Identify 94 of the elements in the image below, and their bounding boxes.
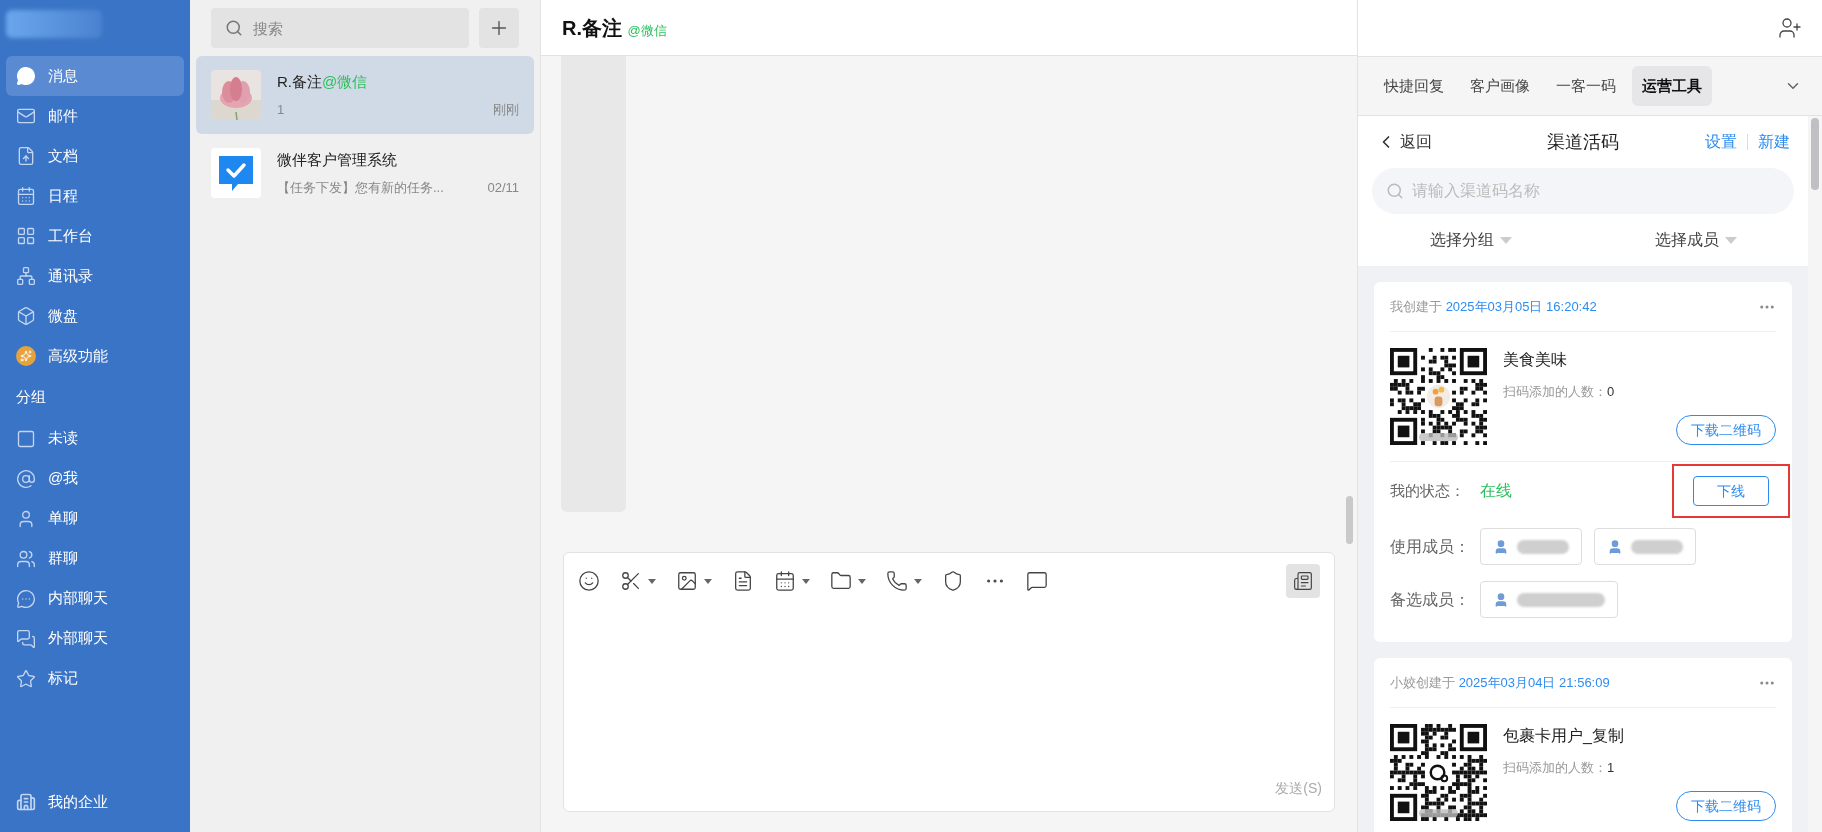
at-sign-icon (16, 468, 36, 489)
document-icon[interactable] (732, 570, 754, 592)
panel-toggle-button[interactable] (1286, 564, 1320, 598)
caret-icon[interactable] (704, 578, 712, 584)
settings-link[interactable]: 设置 (1705, 130, 1737, 154)
new-link[interactable]: 新建 (1758, 130, 1790, 154)
document-icon (16, 146, 36, 166)
filter-dropdown[interactable]: 选择分组 (1358, 228, 1583, 252)
chat-bubble-icon (16, 588, 36, 609)
chat-preview: 【任务下发】您有新的任务... (277, 178, 444, 197)
person-icon (1493, 538, 1509, 555)
caret-icon (1724, 236, 1737, 244)
sidebar-item[interactable]: 日程 (6, 176, 184, 216)
person-icon (1493, 591, 1509, 608)
search-field[interactable]: 搜索 (211, 8, 469, 48)
sidebar-item[interactable]: 外部聊天 (6, 618, 184, 659)
cube-icon (16, 306, 36, 326)
shield-icon[interactable] (942, 570, 964, 592)
tab[interactable]: 客户画像 (1460, 66, 1540, 106)
status-value: 在线 (1480, 481, 1512, 501)
calendar-icon[interactable] (774, 570, 796, 592)
calendar-icon (16, 186, 36, 206)
sidebar-item[interactable]: 标记 (6, 658, 184, 699)
my-company-link[interactable]: 我的企业 (48, 790, 108, 814)
chat-name: 微伴客户管理系统 (277, 150, 398, 170)
caret-icon[interactable] (858, 578, 866, 584)
checkmark-app-icon (211, 148, 261, 198)
caret-icon[interactable] (648, 578, 656, 584)
sidebar-item[interactable]: 微盘 (6, 296, 184, 336)
sidebar-item[interactable]: 内部聊天 (6, 578, 184, 619)
caret-icon[interactable] (802, 578, 810, 584)
chat-item[interactable]: R.备注@微信 1 刚刚 (196, 56, 534, 134)
send-button[interactable]: 发送(S) (1275, 778, 1322, 799)
panel-title: 渠道活码 (1547, 130, 1619, 154)
member-label: 使用成员： (1390, 536, 1471, 557)
org-chart-icon (16, 266, 36, 286)
building-icon (16, 792, 36, 812)
phone-icon[interactable] (886, 570, 908, 592)
tab[interactable]: 快捷回复 (1374, 66, 1454, 106)
search-icon (225, 19, 243, 37)
chat-item[interactable]: 微伴客户管理系统 【任务下发】您有新的任务... 02/11 (196, 134, 534, 212)
caret-icon (1499, 236, 1512, 244)
sparkle-badge-icon (16, 346, 36, 366)
add-button[interactable] (479, 8, 519, 48)
tab[interactable]: 一客一码 (1546, 66, 1626, 106)
search-icon (1386, 182, 1404, 200)
filter-dropdown[interactable]: 选择成员 (1583, 228, 1808, 252)
message-icon (16, 66, 36, 86)
scrollbar[interactable] (1346, 496, 1353, 544)
sidebar-item[interactable]: 高级功能 (6, 336, 184, 376)
chat-time: 02/11 (487, 178, 519, 197)
scan-count: 扫码添加的人数：1 (1503, 759, 1616, 777)
sidebar-item[interactable]: 群聊 (6, 538, 184, 579)
blurred-name (1517, 539, 1569, 554)
created-info: 小姣创建于 2025年03月04日 21:56:09 (1390, 673, 1610, 692)
people-icon (16, 548, 36, 569)
message-input[interactable]: 发送(S) (563, 552, 1335, 812)
mail-icon (16, 106, 36, 126)
scissors-icon[interactable] (620, 570, 642, 592)
add-contact-icon[interactable] (1778, 16, 1802, 40)
scrollbar[interactable] (1811, 118, 1819, 190)
sidebar-item[interactable]: 文档 (6, 136, 184, 176)
sidebar-item[interactable]: @我 (6, 458, 184, 499)
chat-name: R.备注@微信 (277, 72, 369, 92)
group-heading: 分组 (15, 387, 47, 407)
status-label: 我的状态： (1390, 480, 1466, 501)
tab[interactable]: 运营工具 (1632, 66, 1712, 106)
person-icon (1607, 538, 1623, 555)
star-icon (16, 668, 36, 689)
created-info: 我创建于 2025年03月05日 16:20:42 (1390, 297, 1597, 316)
folder-icon[interactable] (830, 570, 852, 592)
grid-icon (16, 226, 36, 246)
sidebar-item[interactable]: 未读 (6, 418, 184, 459)
chat-title: R.备注 @微信 (562, 15, 667, 41)
chat-time: 刚刚 (493, 100, 519, 119)
channel-search-field[interactable]: 请输入渠道码名称 (1372, 168, 1794, 214)
sidebar-item[interactable]: 消息 (6, 56, 184, 96)
sidebar-item[interactable]: 工作台 (6, 216, 184, 256)
smile-icon[interactable] (578, 570, 600, 592)
back-button[interactable]: 返回 (1376, 130, 1432, 154)
scan-count: 扫码添加的人数：0 (1503, 383, 1616, 401)
sidebar-item[interactable]: 通讯录 (6, 256, 184, 296)
code-name: 美食美味 (1503, 350, 1568, 370)
image-icon[interactable] (676, 570, 698, 592)
panel-icon (1293, 571, 1313, 591)
sidebar-item[interactable]: 邮件 (6, 96, 184, 136)
chat-bubbles-icon (16, 628, 36, 649)
chat-preview: 1 (277, 100, 285, 119)
go-offline-button[interactable]: 下线 (1693, 476, 1769, 506)
sidebar-item[interactable]: 单聊 (6, 498, 184, 539)
caret-icon[interactable] (914, 578, 922, 584)
blurred-name (1631, 539, 1683, 554)
member-label: 备选成员： (1390, 589, 1471, 610)
code-name: 包裹卡用户_复制 (1503, 726, 1625, 746)
